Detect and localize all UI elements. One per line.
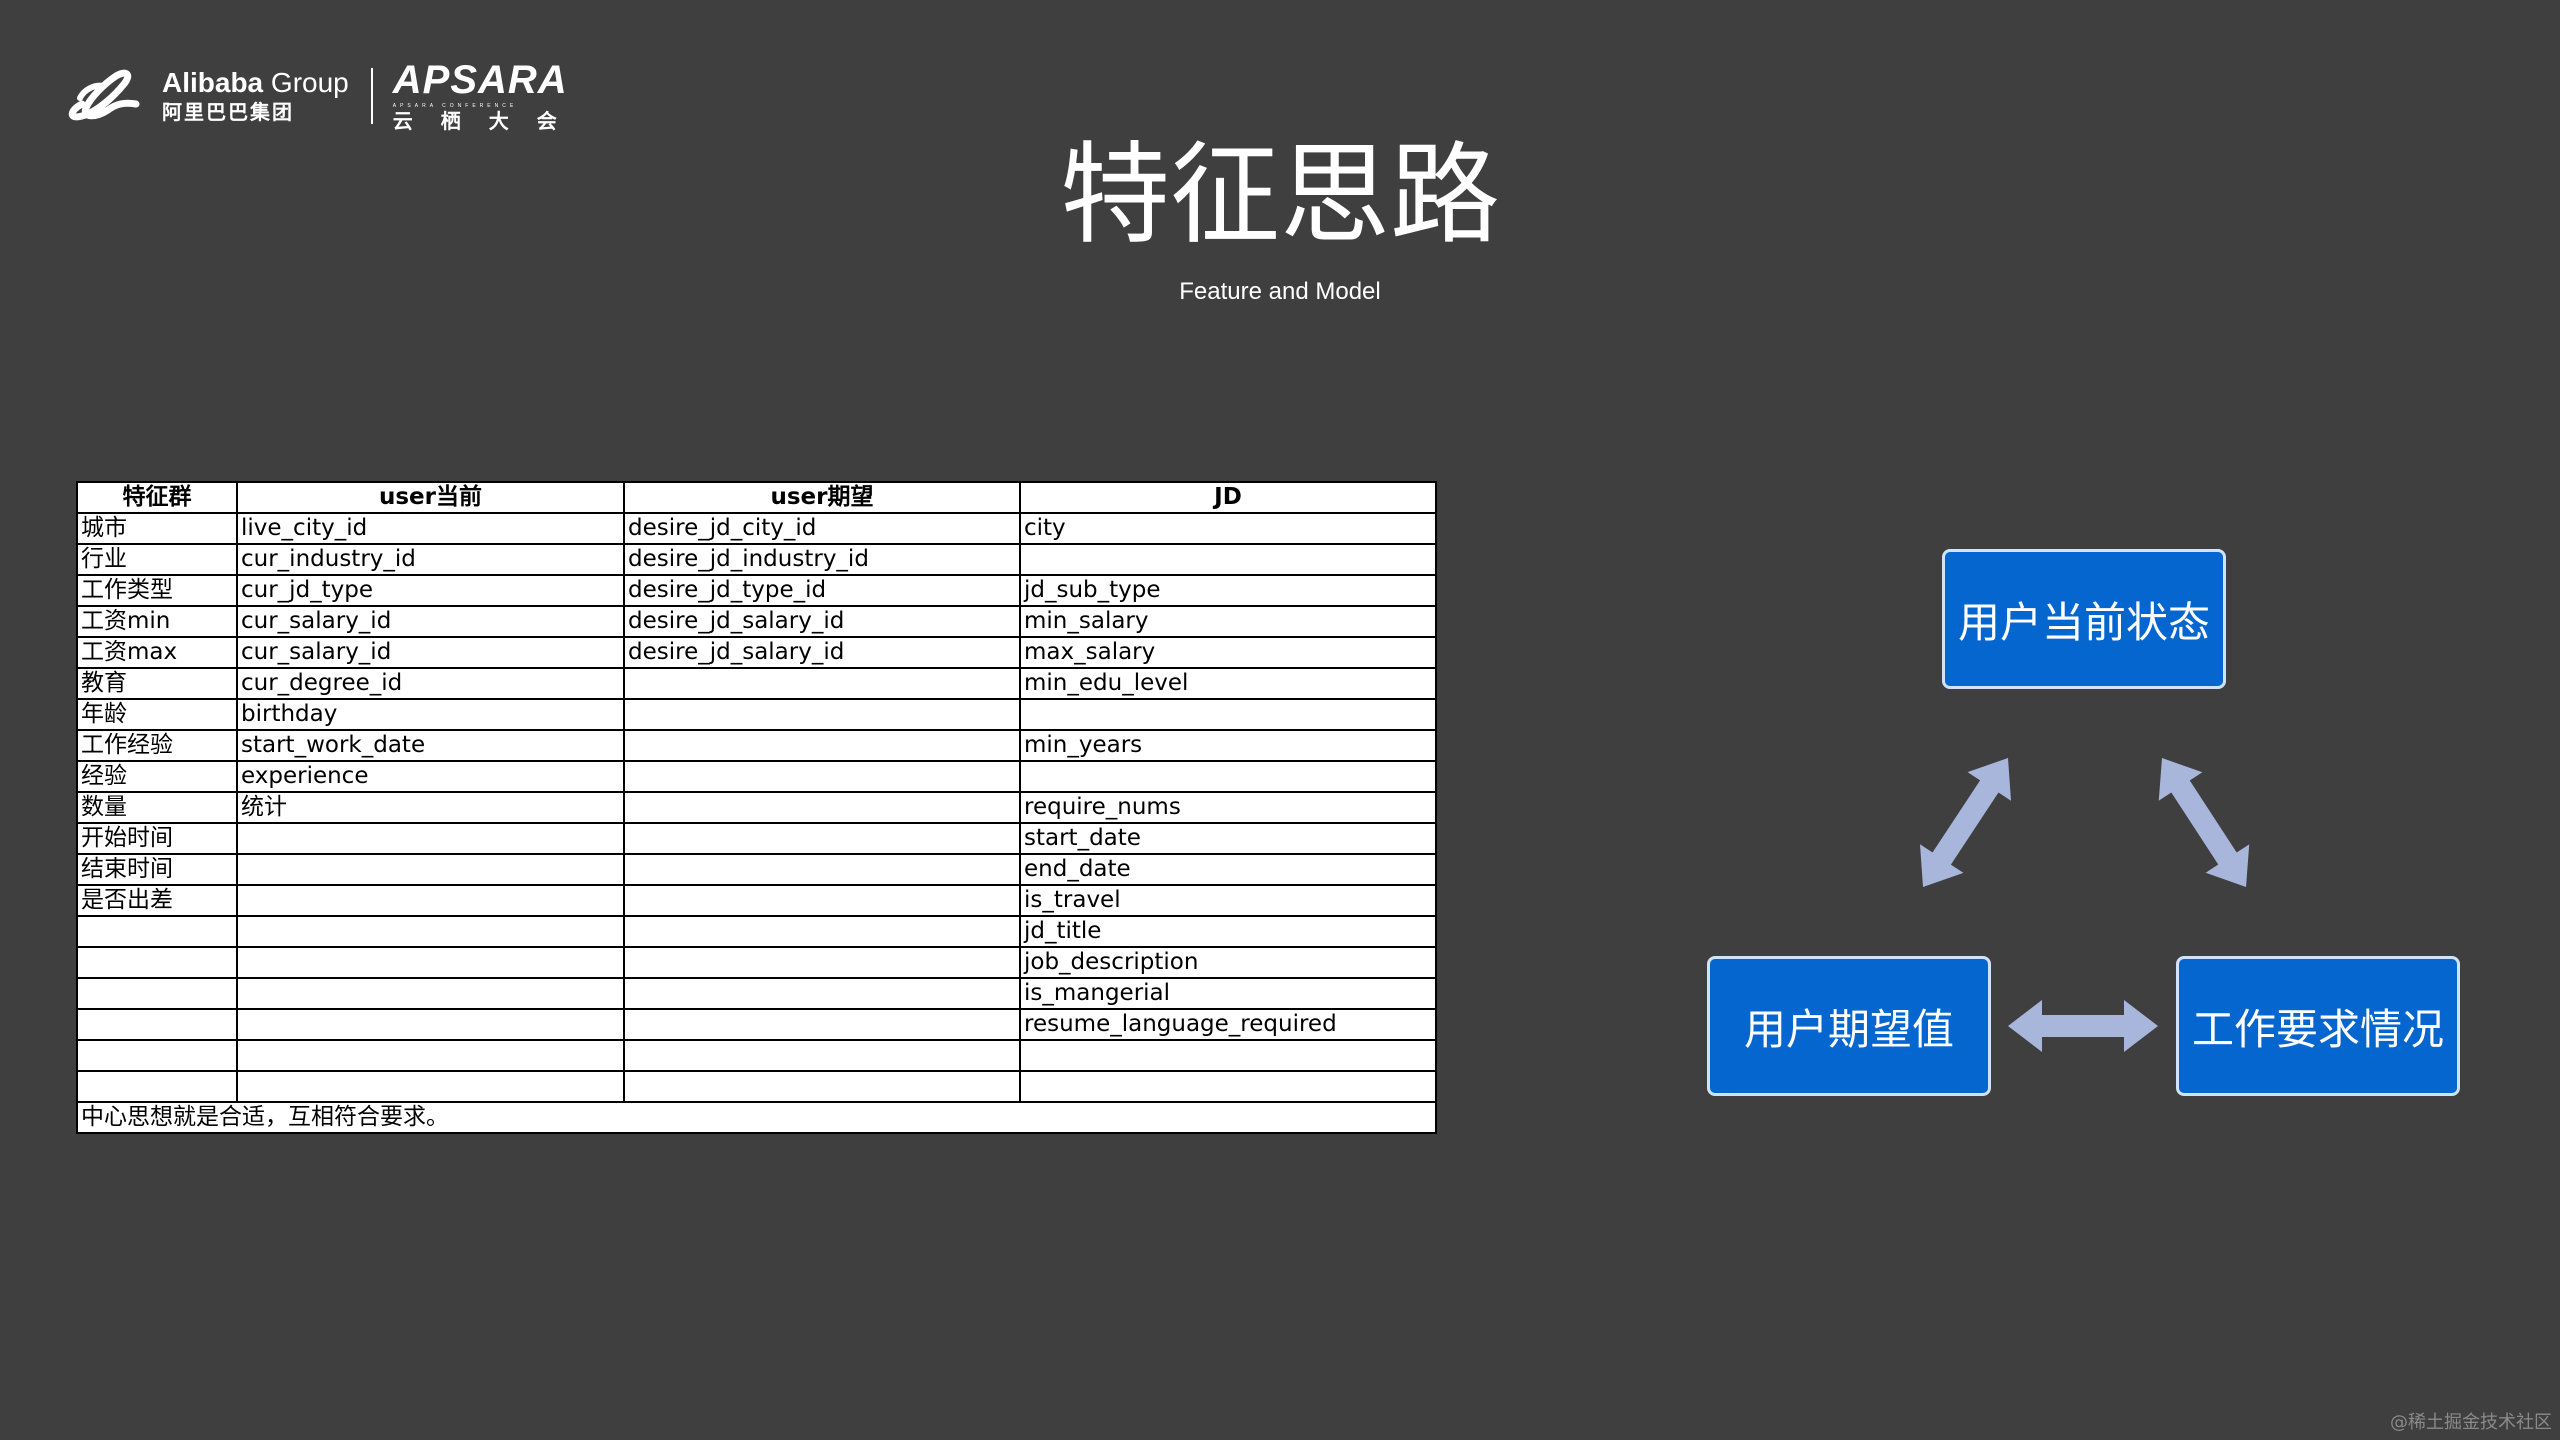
arrow-current-to-expectation-icon — [1919, 758, 2012, 887]
node-job-requirements-label: 工作要求情况 — [2191, 1004, 2444, 1054]
node-user-current-state-label: 用户当前状态 — [1957, 597, 2210, 647]
watermark: @稀土掘金技术社区 — [2390, 1412, 2552, 1433]
slide: Alibaba Group 阿里巴巴集团 APSARA APSARA CONFE… — [0, 0, 2560, 1440]
node-job-requirements: 工作要求情况 — [2176, 956, 2460, 1096]
node-user-current-state: 用户当前状态 — [1942, 549, 2226, 689]
arrow-expectation-to-requirements-icon — [2008, 1000, 2158, 1052]
arrow-current-to-requirements-icon — [2158, 758, 2250, 887]
diagram-arrows — [1919, 758, 2250, 1052]
node-user-expectation: 用户期望值 — [1707, 956, 1991, 1096]
node-user-expectation-label: 用户期望值 — [1743, 1004, 1954, 1054]
